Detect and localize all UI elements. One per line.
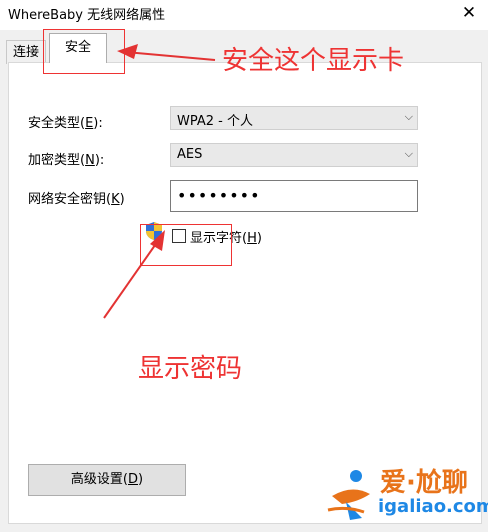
watermark-url: igaliao.com bbox=[378, 496, 488, 517]
annotation-arrows bbox=[103, 44, 216, 319]
arrow-to-tab bbox=[117, 44, 216, 61]
password-annotation-text: 显示密码 bbox=[138, 354, 243, 384]
watermark-brand: 爱·尬聊 bbox=[380, 468, 468, 498]
arrow-to-checkbox bbox=[103, 230, 165, 319]
tab-annotation-text: 安全这个显示卡 bbox=[222, 46, 405, 76]
tab-security[interactable]: 安全 bbox=[49, 33, 107, 63]
